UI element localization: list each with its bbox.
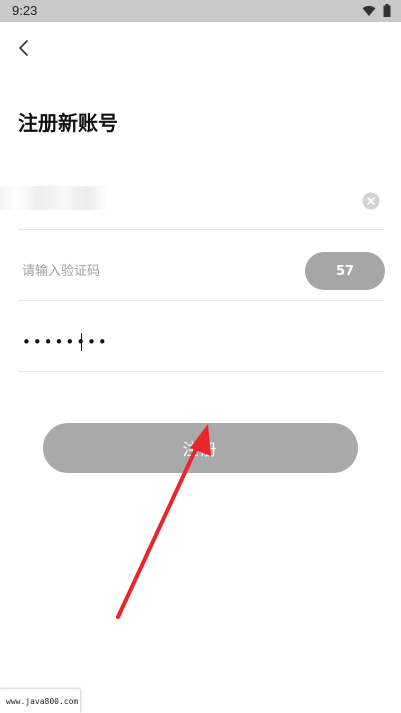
back-button[interactable] — [14, 36, 36, 60]
password-value: •••••••• — [22, 333, 109, 351]
status-icons — [362, 4, 391, 17]
clear-input-button[interactable] — [362, 192, 380, 210]
divider — [18, 300, 384, 301]
privacy-blur-mask — [0, 186, 108, 210]
divider — [18, 229, 384, 230]
watermark: www.java800.com — [0, 689, 80, 713]
wifi-icon — [362, 5, 376, 16]
chevron-left-icon — [19, 40, 28, 56]
clear-icon — [362, 192, 380, 210]
resend-code-button[interactable]: 57 — [305, 252, 385, 290]
status-time: 9:23 — [12, 3, 38, 18]
register-button[interactable]: 注册 — [43, 423, 358, 473]
text-caret — [81, 333, 82, 351]
status-bar: 9:23 — [0, 0, 401, 22]
page-title: 注册新账号 — [18, 111, 118, 135]
battery-icon — [383, 4, 391, 17]
divider — [18, 371, 384, 372]
verification-code-input[interactable] — [22, 258, 292, 284]
